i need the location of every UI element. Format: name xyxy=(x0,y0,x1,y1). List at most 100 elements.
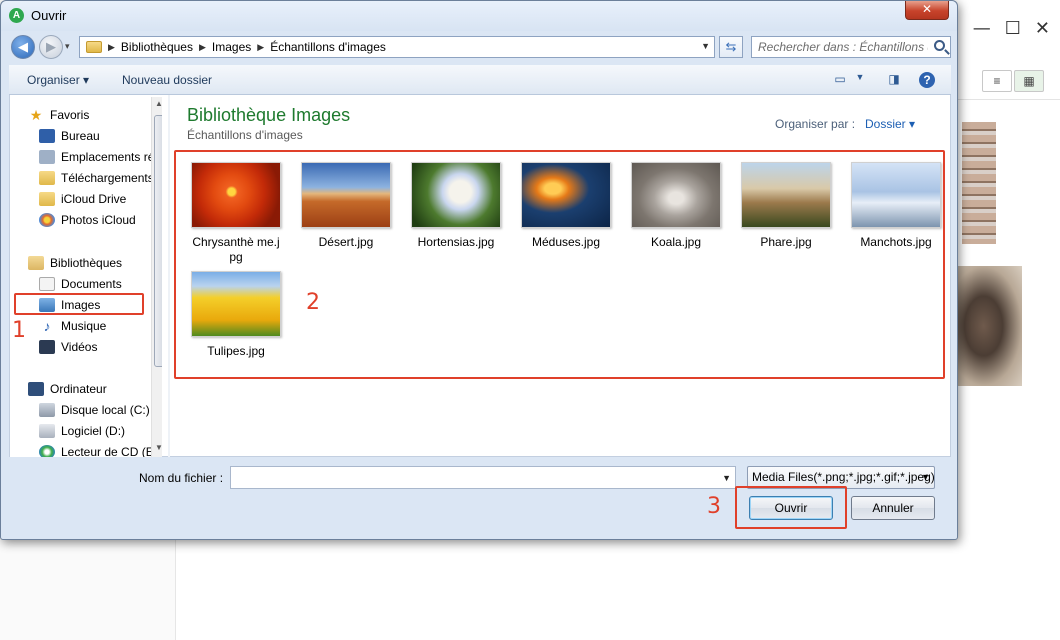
preview-pane-icon[interactable]: ◨ xyxy=(885,72,903,88)
forward-button[interactable]: ▶ xyxy=(39,35,63,59)
hard-drive-icon xyxy=(39,403,55,417)
nav-label: Vidéos xyxy=(61,340,98,354)
organiser-button[interactable]: Organiser ▾ xyxy=(27,73,89,87)
address-bar[interactable]: ▶ Bibliothèques ▶ Images ▶ Échantillons … xyxy=(79,36,715,58)
recent-locations-dropdown[interactable]: ▾ xyxy=(65,41,70,52)
breadcrumb-echantillons[interactable]: Échantillons d'images xyxy=(270,40,386,54)
filename-dropdown-icon[interactable]: ▼ xyxy=(722,473,731,483)
grid-view-icon[interactable]: ▦ xyxy=(1014,70,1044,92)
refresh-button[interactable]: ⇆ xyxy=(719,36,743,58)
view-options-dropdown-icon[interactable]: ▼ xyxy=(851,72,869,88)
filename-input[interactable] xyxy=(231,467,711,488)
filter-dropdown-icon[interactable]: ▼ xyxy=(921,467,930,488)
annotation-box-files xyxy=(174,150,945,379)
nav-item-icloud-drive[interactable]: iCloud Drive xyxy=(39,189,126,209)
nav-label: Favoris xyxy=(50,108,90,122)
filename-combobox[interactable]: ▼ xyxy=(230,466,736,489)
cancel-button[interactable]: Annuler xyxy=(851,496,935,520)
nav-scrollbar[interactable]: ▲ ▼ xyxy=(151,97,162,457)
list-view-icon[interactable]: ≡ xyxy=(982,70,1012,92)
computer-icon xyxy=(28,382,44,396)
change-view-icon[interactable]: ▭ xyxy=(831,72,849,88)
nav-item-telechargements[interactable]: Téléchargements xyxy=(39,168,154,188)
help-icon[interactable]: ? xyxy=(919,72,935,88)
nav-item-videos[interactable]: Vidéos xyxy=(39,337,97,357)
library-subtitle: Échantillons d'images xyxy=(187,128,303,142)
background-window-controls: ☰ — ☐ ✕ xyxy=(943,18,1050,39)
arrange-by-label: Organiser par : xyxy=(775,117,856,131)
address-dropdown-icon[interactable]: ▼ xyxy=(701,41,710,51)
nav-item-photos-icloud[interactable]: Photos iCloud xyxy=(39,210,136,230)
chevron-right-icon[interactable]: ▶ xyxy=(199,42,206,53)
background-preview-image xyxy=(958,266,1022,386)
annotation-step-1: 1 xyxy=(12,318,26,343)
downloads-folder-icon xyxy=(39,171,55,185)
back-button[interactable]: ◀ xyxy=(11,35,35,59)
nav-label: Disque local (C:) xyxy=(61,403,150,417)
nav-item-disque-local[interactable]: Disque local (C:) xyxy=(39,400,150,420)
nav-label: Logiciel (D:) xyxy=(61,424,126,438)
annotation-step-3: 3 xyxy=(707,494,721,519)
nav-label: Bibliothèques xyxy=(50,256,123,270)
annotation-step-2: 2 xyxy=(306,290,320,315)
search-icon[interactable] xyxy=(934,40,945,51)
refresh-icon: ⇆ xyxy=(725,39,737,54)
chevron-right-icon[interactable]: ▶ xyxy=(108,42,115,53)
nav-label: Bureau xyxy=(61,129,100,143)
dialog-titlebar: A Ouvrir ✕ xyxy=(1,1,957,31)
forward-arrow-icon: ▶ xyxy=(46,39,56,54)
nav-ordinateur[interactable]: Ordinateur xyxy=(28,379,107,399)
app-icon: A xyxy=(9,8,24,23)
folder-icon xyxy=(86,41,102,53)
dialog-title: Ouvrir xyxy=(31,8,67,23)
drive-icon xyxy=(39,424,55,438)
nav-item-lecteur-cd[interactable]: Lecteur de CD (E:) xyxy=(39,442,161,457)
music-icon: ♪ xyxy=(43,318,51,334)
search-input[interactable] xyxy=(752,37,928,57)
nav-label: Lecteur de CD (E:) xyxy=(61,445,162,457)
arrange-by-dropdown[interactable]: Dossier ▾ xyxy=(865,117,915,131)
scrollbar-thumb[interactable] xyxy=(154,115,162,367)
scroll-up-icon[interactable]: ▲ xyxy=(155,99,162,108)
minimize-icon[interactable]: — xyxy=(973,18,991,39)
dialog-close-button[interactable]: ✕ xyxy=(905,1,949,20)
recent-places-icon xyxy=(39,150,55,164)
photos-icon xyxy=(39,213,55,227)
nav-label: Musique xyxy=(61,319,107,333)
nav-bibliotheques[interactable]: Bibliothèques xyxy=(28,253,122,273)
annotation-box-open xyxy=(735,486,847,529)
nav-label: Téléchargements xyxy=(61,171,154,185)
navigation-pane: ★ Favoris Bureau Emplacements récents Té… xyxy=(10,95,162,457)
pane-splitter[interactable] xyxy=(168,95,170,457)
search-box[interactable] xyxy=(751,36,951,58)
annotation-box-images xyxy=(14,293,144,315)
nav-item-documents[interactable]: Documents xyxy=(39,274,122,294)
filename-label: Nom du fichier : xyxy=(139,471,224,485)
command-toolbar: Organiser ▾ Nouveau dossier ▭ ▼ ◨ ? xyxy=(9,65,951,95)
close-icon[interactable]: ✕ xyxy=(1035,18,1050,39)
nav-favoris[interactable]: ★ Favoris xyxy=(28,105,90,125)
file-type-filter-value: Media Files(*.png;*.jpg;*.gif;*.jpeg) xyxy=(752,470,935,484)
breadcrumb-bibliotheques[interactable]: Bibliothèques xyxy=(121,40,193,54)
nav-label: iCloud Drive xyxy=(61,192,127,206)
background-thumbnail-strip xyxy=(962,122,996,244)
nav-label: Photos iCloud xyxy=(61,213,136,227)
background-view-toolbar: ≡ ▦ xyxy=(958,66,1060,100)
new-folder-button[interactable]: Nouveau dossier xyxy=(122,73,212,87)
nav-item-emplacements-recents[interactable]: Emplacements récents xyxy=(39,147,162,167)
nav-item-bureau[interactable]: Bureau xyxy=(39,126,100,146)
videos-icon xyxy=(39,340,55,354)
breadcrumb-images[interactable]: Images xyxy=(212,40,251,54)
star-icon: ★ xyxy=(29,107,43,123)
libraries-icon xyxy=(28,256,44,270)
nav-item-musique[interactable]: ♪ Musique xyxy=(39,316,107,336)
library-title: Bibliothèque Images xyxy=(187,105,351,125)
maximize-icon[interactable]: ☐ xyxy=(1005,18,1021,39)
cd-drive-icon xyxy=(39,445,55,457)
nav-label: Documents xyxy=(61,277,122,291)
desktop-icon xyxy=(39,129,55,143)
documents-icon xyxy=(39,277,55,291)
scroll-down-icon[interactable]: ▼ xyxy=(155,443,162,452)
nav-item-logiciel[interactable]: Logiciel (D:) xyxy=(39,421,125,441)
chevron-right-icon[interactable]: ▶ xyxy=(257,42,264,53)
